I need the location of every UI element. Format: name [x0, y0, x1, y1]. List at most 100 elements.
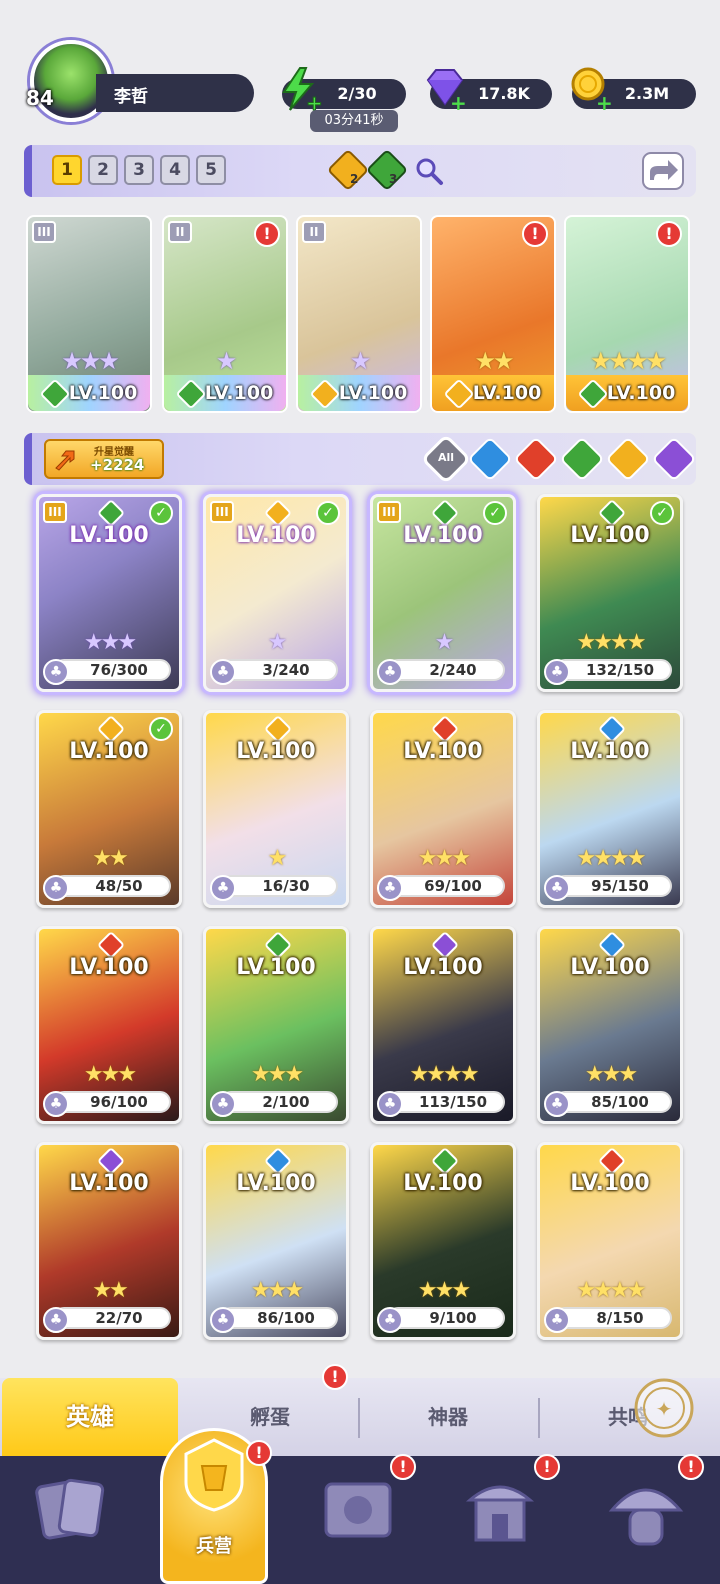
- hero-level: LV.100: [204, 382, 274, 404]
- hero-level: LV.100: [570, 1171, 650, 1196]
- gem-value: 17.8K: [478, 84, 530, 103]
- sparkle-button-icon[interactable]: ✦: [632, 1376, 696, 1440]
- fragment-progress: 96/100: [53, 1091, 171, 1113]
- star-rating: ★★★★: [409, 1062, 480, 1087]
- hero-card[interactable]: LV.100 ★ 16/30 ♣: [203, 710, 349, 908]
- mushroom-icon[interactable]: [604, 1470, 688, 1554]
- fragment-count: 16/30: [262, 877, 310, 895]
- fragment-icon: ♣: [544, 1307, 570, 1333]
- fragment-progress: 9/100: [387, 1307, 505, 1329]
- hero-card[interactable]: III ✓ LV.100 ★★★ 76/300 ♣: [36, 494, 182, 692]
- fragment-icon: ♣: [210, 875, 236, 901]
- fragment-progress: 2/240: [387, 659, 505, 681]
- check-icon: ✓: [650, 501, 674, 525]
- hero-card[interactable]: III ✓ LV.100 ★ 2/240 ♣: [370, 494, 516, 692]
- tab-hero[interactable]: 英雄: [2, 1378, 178, 1456]
- hero-card[interactable]: LV.100 ★★★ 2/100 ♣: [203, 926, 349, 1124]
- hero-card[interactable]: LV.100 ★★★ 9/100 ♣: [370, 1142, 516, 1340]
- star-rating: ★★★: [83, 630, 137, 655]
- fragment-count: 2/100: [262, 1093, 310, 1111]
- rank-badge: III: [377, 501, 401, 523]
- hero-level: LV.100: [403, 739, 483, 764]
- team-hero-card[interactable]: ! ★★★★ LV.100: [564, 215, 690, 413]
- team-tab-5[interactable]: 5: [196, 155, 226, 185]
- hero-card[interactable]: LV.100 ★★★ 86/100 ♣: [203, 1142, 349, 1340]
- alert-badge: !: [656, 221, 682, 247]
- hero-level: LV.100: [338, 382, 408, 404]
- hero-card[interactable]: ✓ LV.100 ★★ 48/50 ♣: [36, 710, 182, 908]
- fragment-icon: ♣: [544, 875, 570, 901]
- energy-timer: 03分41秒: [310, 110, 398, 132]
- team-tab-2[interactable]: 2: [88, 155, 118, 185]
- barracks-alert-badge: !: [246, 1440, 272, 1466]
- fragment-count: 3/240: [262, 661, 310, 679]
- hero-level: LV.100: [403, 523, 483, 548]
- team-hero-card[interactable]: II ★ LV.100: [296, 215, 422, 413]
- star-rating: ★: [267, 630, 288, 655]
- team-tab-3[interactable]: 3: [124, 155, 154, 185]
- hero-card[interactable]: LV.100 ★★★ 96/100 ♣: [36, 926, 182, 1124]
- team-tab-4[interactable]: 4: [160, 155, 190, 185]
- star-rating: ★★★★: [576, 1278, 647, 1303]
- hero-card[interactable]: LV.100 ★★★★ 95/150 ♣: [537, 710, 683, 908]
- share-icon[interactable]: [640, 150, 686, 192]
- hero-card[interactable]: LV.100 ★★★ 85/100 ♣: [537, 926, 683, 1124]
- hero-card[interactable]: III ✓ LV.100 ★ 3/240 ♣: [203, 494, 349, 692]
- barracks-icon: [184, 1438, 244, 1512]
- team-hero-card[interactable]: III ★★★ LV.100: [26, 215, 152, 413]
- star-rating: ★★★★: [589, 347, 667, 375]
- star-rating: ★: [267, 846, 288, 871]
- star-rating: ★★: [474, 347, 514, 375]
- hero-card[interactable]: LV.100 ★★ 22/70 ♣: [36, 1142, 182, 1340]
- hero-card[interactable]: LV.100 ★★★ 69/100 ♣: [370, 710, 516, 908]
- hero-level: LV.100: [472, 382, 542, 404]
- star-rating: ★★★: [417, 846, 471, 871]
- hero-level: LV.100: [69, 1171, 149, 1196]
- fragment-icon: ♣: [210, 1091, 236, 1117]
- fragment-count: 85/100: [591, 1093, 649, 1111]
- light-count: 2: [350, 172, 359, 186]
- fragment-icon: ♣: [544, 659, 570, 685]
- shrine-icon[interactable]: [460, 1470, 540, 1550]
- hero-level: LV.100: [236, 1171, 316, 1196]
- svg-text:✦: ✦: [656, 1397, 673, 1421]
- fragment-icon: ♣: [210, 1307, 236, 1333]
- star-rating: ★★★: [250, 1278, 304, 1303]
- hero-card[interactable]: ✓ LV.100 ★★★★ 132/150 ♣: [537, 494, 683, 692]
- fragment-progress: 132/150: [554, 659, 672, 681]
- team-hero-card[interactable]: II! ★ LV.100: [162, 215, 288, 413]
- star-rating: ★: [349, 347, 372, 375]
- hero-level: LV.100: [570, 739, 650, 764]
- hero-level: LV.100: [68, 382, 138, 404]
- team-hero-card[interactable]: ! ★★ LV.100: [430, 215, 556, 413]
- star-rating: ★★★: [584, 1062, 638, 1087]
- tab-artifact[interactable]: 神器: [360, 1378, 536, 1456]
- check-icon: ✓: [483, 501, 507, 525]
- fragment-count: 132/150: [585, 661, 655, 679]
- player-name-bar[interactable]: 李哲: [96, 74, 254, 112]
- hero-card[interactable]: LV.100 ★★★★ 113/150 ♣: [370, 926, 516, 1124]
- upgrade-awaken-button[interactable]: 升星觉醒 +2224: [44, 439, 164, 479]
- arrow-up-icon: [55, 450, 75, 471]
- mushroom-alert-badge: !: [678, 1454, 704, 1480]
- book-icon[interactable]: [318, 1472, 398, 1548]
- fragment-icon: ♣: [377, 659, 403, 685]
- team-tab-1[interactable]: 1: [52, 155, 82, 185]
- search-icon[interactable]: [414, 156, 444, 186]
- fragment-count: 9/100: [429, 1309, 477, 1327]
- fragment-count: 2/240: [429, 661, 477, 679]
- cards-icon[interactable]: [30, 1470, 110, 1550]
- check-icon: ✓: [316, 501, 340, 525]
- fragment-progress: 8/150: [554, 1307, 672, 1329]
- fragment-icon: ♣: [544, 1091, 570, 1117]
- svg-text:+: +: [450, 91, 467, 110]
- hero-level: LV.100: [69, 739, 149, 764]
- fragment-count: 86/100: [257, 1309, 315, 1327]
- gem-icon: +: [426, 69, 467, 110]
- upgrade-value: +2224: [90, 456, 145, 474]
- star-rating: ★★★: [83, 1062, 137, 1087]
- hero-level: LV.100: [69, 955, 149, 980]
- fragment-progress: 48/50: [53, 875, 171, 897]
- hero-card[interactable]: LV.100 ★★★★ 8/150 ♣: [537, 1142, 683, 1340]
- fragment-count: 69/100: [424, 877, 482, 895]
